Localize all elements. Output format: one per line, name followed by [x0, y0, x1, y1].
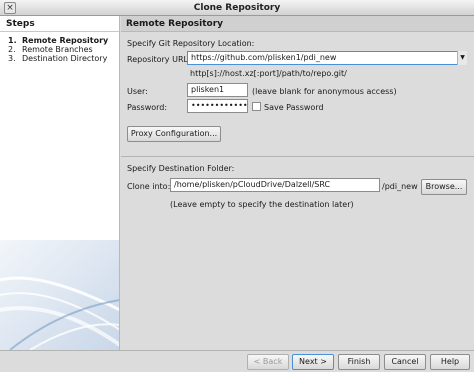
- step-item-destination-directory: 3. Destination Directory: [8, 54, 119, 63]
- save-password-checkbox[interactable]: [252, 102, 261, 111]
- password-label: Password:: [127, 103, 168, 112]
- button-bar: < Back Next > Finish Cancel Help: [0, 350, 474, 372]
- password-value: ••••••••••••••••: [191, 101, 248, 110]
- clone-into-suffix: /pdi_new: [382, 182, 418, 191]
- steps-panel: Steps 1. Remote Repository 2. Remote Branc…: [0, 16, 120, 350]
- repository-location-label: Specify Git Repository Location:: [127, 39, 255, 48]
- clone-into-value: /home/plisken/pCloudDrive/Dalzell/SRC: [174, 180, 331, 189]
- steps-list: 1. Remote Repository 2. Remote Branches 3.…: [0, 32, 119, 63]
- clone-into-field[interactable]: /home/plisken/pCloudDrive/Dalzell/SRC: [170, 178, 380, 192]
- user-label: User:: [127, 87, 148, 96]
- next-button[interactable]: Next >: [292, 354, 334, 370]
- user-field[interactable]: plisken1: [187, 83, 248, 97]
- finish-button[interactable]: Finish: [338, 354, 380, 370]
- title-bar: × Clone Repository: [0, 0, 474, 16]
- repository-url-hint: http[s]://host.xz[:port]/path/to/repo.gi…: [190, 69, 347, 78]
- panel-header: Remote Repository: [121, 16, 474, 32]
- password-field[interactable]: ••••••••••••••••: [187, 99, 248, 113]
- step-number: 3.: [8, 54, 16, 63]
- step-item-remote-repository: 1. Remote Repository: [8, 36, 119, 45]
- step-label: Destination Directory: [22, 54, 108, 63]
- repository-url-label: Repository URL:: [127, 55, 191, 64]
- step-item-remote-branches: 2. Remote Branches: [8, 45, 119, 54]
- back-button[interactable]: < Back: [247, 354, 289, 370]
- chevron-down-icon[interactable]: ▼: [457, 51, 467, 65]
- step-number: 1.: [8, 36, 17, 45]
- repository-url-value: https://github.com/plisken1/pdi_new: [191, 53, 337, 62]
- destination-folder-label: Specify Destination Folder:: [127, 164, 235, 173]
- proxy-configuration-button[interactable]: Proxy Configuration...: [127, 126, 221, 142]
- window-title: Clone Repository: [193, 3, 281, 13]
- destination-hint: (Leave empty to specify the destination …: [170, 200, 354, 209]
- step-label: Remote Repository: [22, 36, 109, 45]
- clone-into-label: Clone into:: [127, 182, 171, 191]
- main-panel: Remote Repository Specify Git Repository…: [121, 16, 474, 350]
- repository-url-combobox[interactable]: https://github.com/plisken1/pdi_new: [187, 51, 467, 65]
- cancel-button[interactable]: Cancel: [384, 354, 426, 370]
- step-label: Remote Branches: [22, 45, 93, 54]
- user-value: plisken1: [191, 85, 225, 94]
- steps-header: Steps: [0, 16, 119, 32]
- save-password-label: Save Password: [264, 103, 324, 112]
- user-hint: (leave blank for anonymous access): [252, 87, 397, 96]
- step-number: 2.: [8, 45, 16, 54]
- browse-button[interactable]: Browse...: [421, 179, 467, 195]
- wizard-decoration-image: [0, 240, 119, 350]
- section-divider: [121, 156, 474, 157]
- help-button[interactable]: Help: [430, 354, 470, 370]
